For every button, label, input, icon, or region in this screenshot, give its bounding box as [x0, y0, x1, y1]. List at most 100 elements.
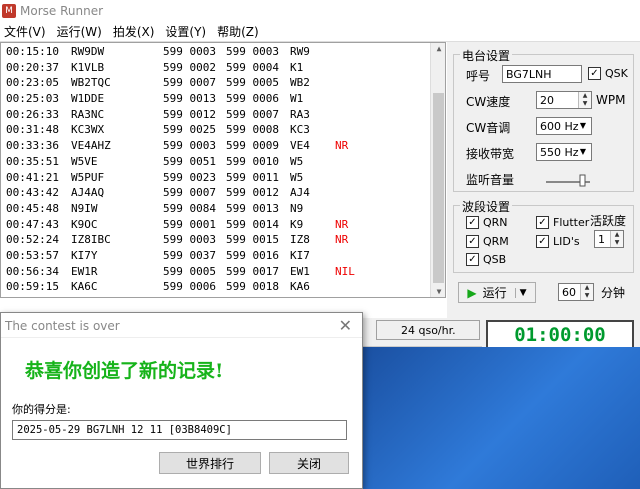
spinner-arrows-icon[interactable]: ▲ ▼: [578, 92, 591, 108]
log-prefix: EW1: [290, 264, 310, 278]
lids-checkbox[interactable]: ✓ LID's: [536, 235, 580, 248]
log-row[interactable]: 00:20:37 K1VLB 599 0002 599 0004 K1: [1, 59, 445, 75]
log-rcvd: 599 0010: [226, 154, 279, 168]
world-rank-button[interactable]: 世界排行: [159, 452, 261, 474]
chevron-down-icon: ▼: [579, 121, 587, 130]
pitch-select[interactable]: 600 Hz ▼: [536, 117, 592, 135]
scroll-down-icon[interactable]: ▼: [431, 287, 445, 296]
log-rcvd: 599 0009: [226, 139, 279, 153]
log-row[interactable]: 00:33:36 VE4AHZ 599 0003 599 0009 VE4 NR: [1, 137, 445, 153]
log-row[interactable]: 00:53:57 KI7Y 599 0037 599 0016 KI7: [1, 247, 445, 263]
log-error: NR: [335, 139, 349, 153]
chevron-down-icon: ▼: [579, 147, 587, 156]
log-prefix: KA6: [290, 280, 310, 294]
log-sent: 599 0051: [163, 154, 216, 168]
log-time: 00:26:33: [6, 107, 59, 121]
qsk-checkbox[interactable]: ✓ QSK: [588, 67, 628, 80]
log-time: 00:35:51: [6, 154, 59, 168]
log-row[interactable]: 00:23:05 WB2TQC 599 0007 599 0005 WB2: [1, 74, 445, 90]
monitor-volume-slider[interactable]: [544, 173, 594, 187]
log-call: KI7Y: [71, 248, 98, 262]
log-call: K9OC: [71, 217, 98, 231]
call-label: 呼号: [466, 69, 491, 83]
qrm-checkbox[interactable]: ✓ QRM: [466, 235, 509, 248]
log-row[interactable]: 00:45:48 N9IW 599 0084 599 0013 N9: [1, 200, 445, 216]
log-row[interactable]: 00:26:33 RA3NC 599 0012 599 0007 RA3: [1, 106, 445, 122]
log-row[interactable]: 00:15:10 RW9DW 599 0003 599 0003 RW9: [1, 43, 445, 59]
bandwidth-label: 接收带宽: [466, 147, 515, 161]
log-rcvd: 599 0004: [226, 60, 279, 74]
dialog-title: The contest is over: [1, 313, 362, 338]
menu-settings[interactable]: 设置(Y): [161, 23, 213, 40]
desktop-background: [356, 347, 640, 489]
spinner-arrows-icon[interactable]: ▲ ▼: [610, 231, 623, 247]
speed-spinner[interactable]: 20 ▲ ▼: [536, 91, 592, 109]
log-error: NR: [335, 233, 349, 247]
qso-log[interactable]: 00:15:10 RW9DW 599 0003 599 0003 RW9 00:20:37…: [0, 42, 446, 298]
log-call: RW9DW: [71, 45, 105, 58]
log-sent: 599 0006: [163, 280, 216, 294]
activity-spinner[interactable]: 1 ▲ ▼: [594, 230, 624, 248]
menu-send[interactable]: 拍发(X): [109, 23, 162, 40]
log-rcvd: 599 0008: [226, 123, 279, 137]
log-sent: 599 0013: [163, 92, 216, 106]
play-icon: ▶: [467, 285, 477, 300]
qrn-checkbox[interactable]: ✓ QRN: [466, 216, 508, 229]
qsb-checkbox[interactable]: ✓ QSB: [466, 253, 506, 266]
log-rcvd: 599 0018: [226, 280, 279, 294]
log-prefix: IZ8: [290, 233, 310, 247]
log-prefix: N9: [290, 201, 304, 215]
log-prefix: VE4: [290, 139, 310, 153]
score-field[interactable]: 2025-05-29 BG7LNH 12 11 [03B8409C]: [12, 420, 347, 440]
check-icon: ✓: [466, 216, 479, 229]
log-sent: 599 0007: [163, 186, 216, 200]
window-title: Morse Runner: [20, 4, 104, 18]
menu-help[interactable]: 帮助(Z): [213, 23, 266, 40]
log-row[interactable]: 00:31:48 KC3WX 599 0025 599 0008 KC3: [1, 121, 445, 137]
log-row[interactable]: 00:52:24 IZ8IBC 599 0003 599 0015 IZ8 NR: [1, 231, 445, 247]
log-row[interactable]: 00:43:42 AJ4AQ 599 0007 599 0012 AJ4: [1, 184, 445, 200]
log-row[interactable]: 00:25:03 W1DDE 599 0013 599 0006 W1: [1, 90, 445, 106]
log-time: 00:47:43: [6, 217, 59, 231]
log-call: IZ8IBC: [71, 233, 111, 247]
log-row[interactable]: 00:35:51 W5VE 599 0051 599 0010 W5: [1, 153, 445, 169]
contest-over-dialog: The contest is over ✕ 恭喜你创造了新的记录! 你的得分是:…: [0, 312, 363, 489]
close-button[interactable]: 关闭: [269, 452, 349, 474]
call-input[interactable]: BG7LNH: [502, 65, 582, 83]
duration-spinner[interactable]: 60 ▲ ▼: [558, 283, 594, 301]
scroll-thumb[interactable]: [433, 93, 444, 283]
log-time: 00:45:48: [6, 201, 59, 215]
close-icon[interactable]: ✕: [339, 316, 352, 335]
log-time: 00:53:57: [6, 248, 59, 262]
run-button[interactable]: ▶ 运行 ▼: [458, 282, 536, 303]
log-error: NIL: [335, 264, 355, 278]
log-rcvd: 599 0013: [226, 201, 279, 215]
log-call: RA3NC: [71, 107, 105, 121]
scroll-up-icon[interactable]: ▲: [431, 44, 445, 53]
log-prefix: W5: [290, 154, 304, 168]
log-prefix: W5: [290, 170, 304, 184]
log-rcvd: 599 0016: [226, 248, 279, 262]
log-sent: 599 0003: [163, 233, 216, 247]
log-rcvd: 599 0014: [226, 217, 279, 231]
log-row[interactable]: 00:56:34 EW1R 599 0005 599 0017 EW1 NIL: [1, 263, 445, 279]
spinner-arrows-icon[interactable]: ▲ ▼: [580, 284, 593, 300]
log-row[interactable]: 00:59:15 KA6C 599 0006 599 0018 KA6: [1, 278, 445, 294]
log-call: W5PUF: [71, 170, 105, 184]
log-row[interactable]: 00:41:21 W5PUF 599 0023 599 0011 W5: [1, 169, 445, 185]
log-scrollbar[interactable]: ▲ ▼: [430, 43, 445, 297]
log-sent: 599 0023: [163, 170, 216, 184]
menu-file[interactable]: 文件(V): [0, 23, 53, 40]
log-sent: 599 0037: [163, 248, 216, 262]
log-prefix: RA3: [290, 107, 310, 121]
menu-run[interactable]: 运行(W): [53, 23, 109, 40]
bandwidth-select[interactable]: 550 Hz ▼: [536, 143, 592, 161]
log-rcvd: 599 0007: [226, 107, 279, 121]
log-time: 00:52:24: [6, 233, 59, 247]
duration-unit: 分钟: [601, 286, 626, 300]
chevron-down-icon[interactable]: ▼: [514, 287, 527, 298]
log-time: 00:20:37: [6, 60, 59, 74]
log-row[interactable]: 00:47:43 K9OC 599 0001 599 0014 K9 NR: [1, 216, 445, 232]
flutter-checkbox[interactable]: ✓ Flutter: [536, 216, 589, 229]
log-rcvd: 599 0015: [226, 233, 279, 247]
